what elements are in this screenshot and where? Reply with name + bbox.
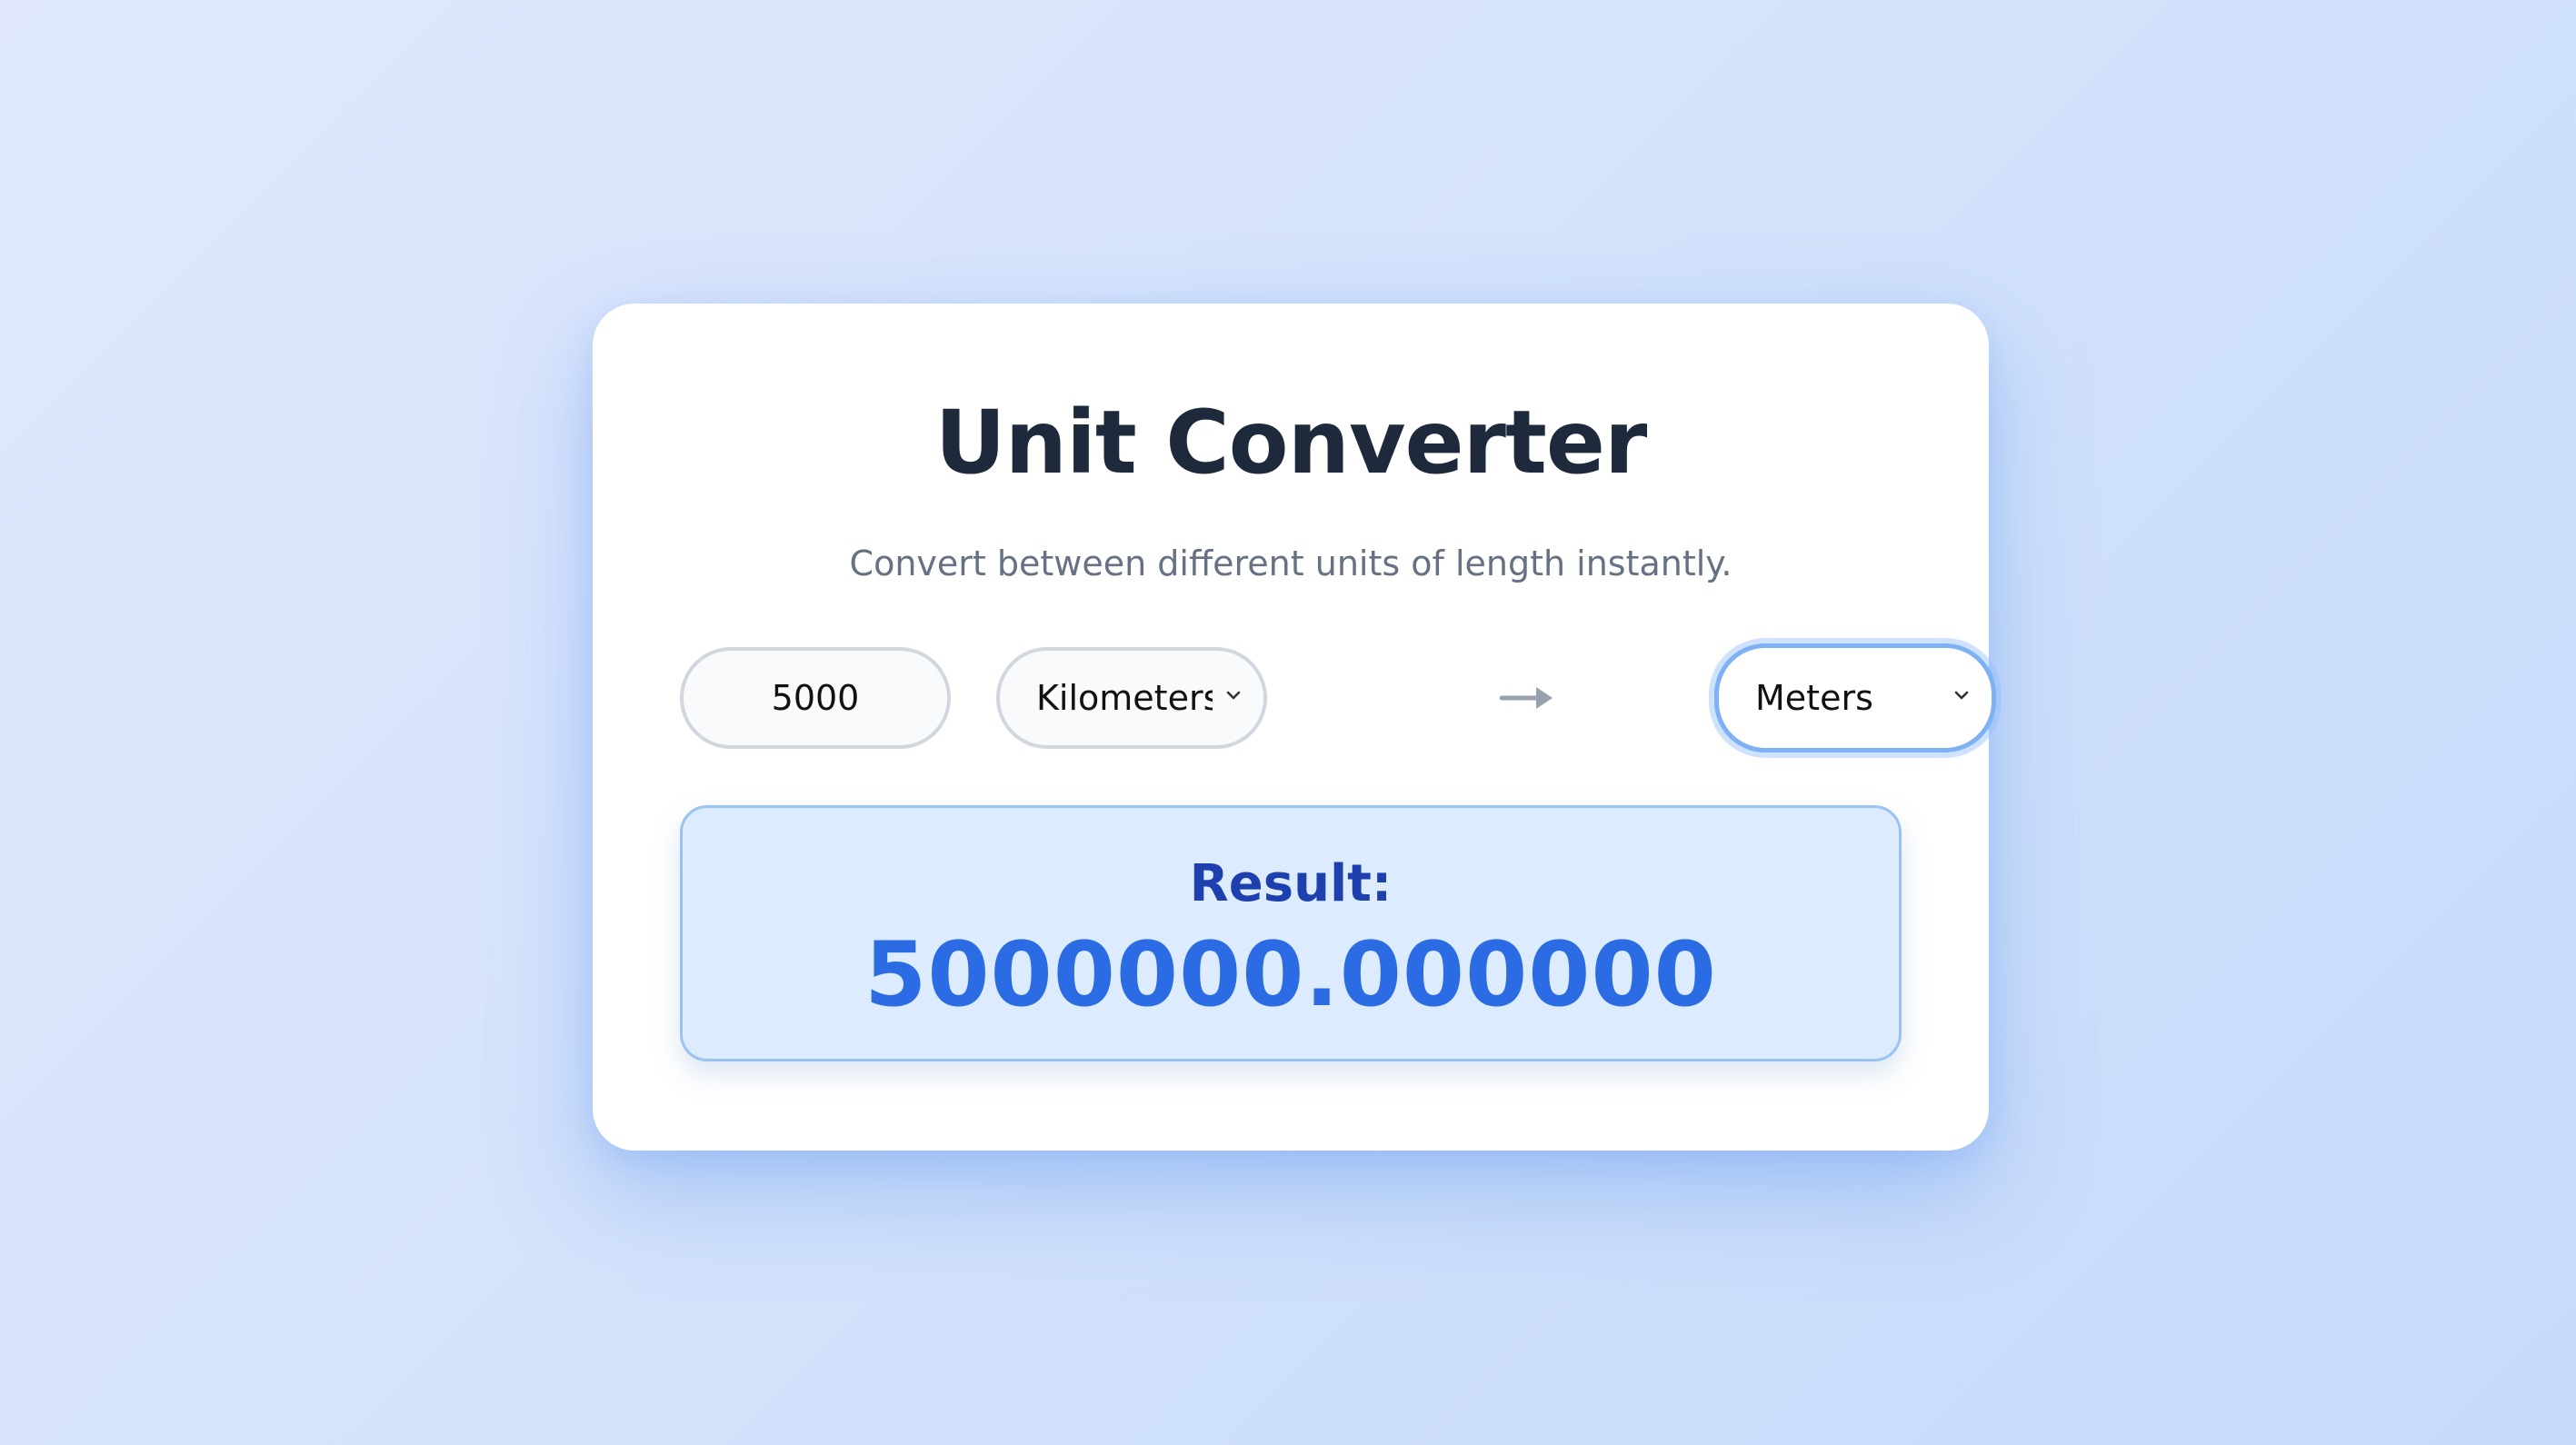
result-value: 5000000.000000 [864,923,1717,1027]
to-unit-select[interactable]: Meters [1714,643,1996,752]
chevron-down-icon [1954,691,1969,700]
from-unit-selected: Kilometers [1036,678,1213,718]
amount-input[interactable] [680,647,951,749]
result-panel: Result: 5000000.000000 [680,805,1902,1061]
result-label: Result: [1189,854,1393,913]
page-subtitle: Convert between different units of lengt… [849,543,1732,583]
page-title: Unit Converter [934,392,1648,493]
arrow-right-icon [1500,687,1553,709]
chevron-down-icon [1226,691,1241,700]
conversion-controls: Kilometers Meters [680,643,1996,752]
to-unit-selected: Meters [1755,678,1873,718]
converter-card: Unit Converter Convert between different… [593,304,1996,1151]
from-unit-select[interactable]: Kilometers [996,647,1267,749]
